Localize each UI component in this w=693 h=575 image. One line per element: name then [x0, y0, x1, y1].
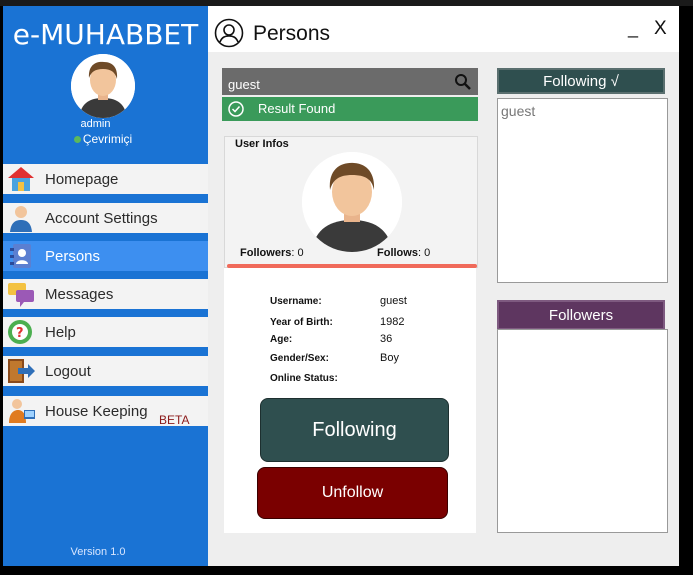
- house-keeping-icon: [6, 397, 36, 425]
- result-text: Result Found: [258, 101, 336, 116]
- followers-panel-header: Followers: [497, 300, 665, 330]
- gender-value: Boy: [380, 352, 399, 364]
- messages-icon: [6, 280, 36, 308]
- sidebar-username: admin: [80, 118, 111, 130]
- follows-label: Follows: [377, 247, 418, 259]
- app-title: e-MUHABBET: [12, 18, 199, 51]
- logout-icon: [6, 357, 36, 385]
- year-of-birth-label: Year of Birth:: [270, 317, 333, 328]
- username-label: Username:: [270, 296, 322, 307]
- user-avatar-icon: [71, 54, 135, 118]
- search-bar: [222, 68, 478, 95]
- follows-count: : 0: [417, 247, 431, 259]
- sidebar-item-label: Messages: [45, 285, 114, 303]
- followers-label: Followers: [240, 247, 292, 259]
- sidebar-item-label: Account Settings: [45, 209, 158, 227]
- age-value: 36: [380, 333, 393, 345]
- sidebar-item-label: Logout: [45, 362, 91, 380]
- home-icon: [6, 165, 36, 193]
- unfollow-button[interactable]: Unfollow: [257, 467, 448, 519]
- search-input[interactable]: [226, 74, 450, 94]
- app-window: e-MUHABBET admin Çevrimiçi Homepage Acco…: [3, 6, 679, 566]
- beta-badge: BETA: [159, 413, 190, 427]
- sidebar-item-label: Help: [45, 323, 76, 341]
- search-icon[interactable]: [454, 73, 472, 91]
- sidebar-item-messages[interactable]: Messages: [3, 279, 208, 309]
- online-status: Çevrimiçi: [3, 132, 203, 146]
- user-infos-panel: User Infos Followers: 0 Follows: 0: [224, 136, 478, 268]
- followers-stat: Followers: 0: [240, 247, 304, 259]
- online-status-label: Online Status:: [270, 373, 338, 384]
- user-infos-title: User Infos: [235, 138, 289, 150]
- avatar: [71, 54, 135, 118]
- sidebar-item-homepage[interactable]: Homepage: [3, 164, 208, 194]
- minimize-button[interactable]: _: [628, 18, 638, 39]
- sidebar-item-label: Persons: [45, 247, 101, 265]
- avatar: [302, 152, 402, 252]
- sidebar-item-label: House Keeping: [45, 402, 148, 420]
- following-panel-header: Following √: [497, 68, 665, 94]
- check-circle-icon: [228, 101, 244, 117]
- online-dot-icon: [73, 136, 81, 144]
- user-circle-icon: [214, 18, 244, 48]
- sidebar-item-logout[interactable]: Logout: [3, 356, 208, 386]
- followers-list[interactable]: [497, 329, 668, 533]
- help-icon: ?: [6, 318, 36, 346]
- persons-icon: [6, 242, 36, 270]
- following-button[interactable]: Following: [260, 398, 449, 462]
- list-item[interactable]: guest: [501, 103, 535, 119]
- gender-label: Gender/Sex:: [270, 353, 329, 364]
- page-title: Persons: [253, 22, 331, 45]
- follows-stat: Follows: 0: [377, 247, 430, 259]
- account-settings-icon: [6, 204, 36, 232]
- sidebar-item-persons[interactable]: Persons: [3, 241, 208, 271]
- user-avatar-icon: [302, 152, 402, 252]
- followers-count: : 0: [291, 247, 304, 259]
- following-list[interactable]: guest: [497, 98, 668, 283]
- year-of-birth-value: 1982: [380, 316, 405, 328]
- header-bar: Persons _ X: [208, 6, 679, 52]
- sidebar-item-label: Homepage: [45, 170, 119, 188]
- sidebar-item-account-settings[interactable]: Account Settings: [3, 203, 208, 233]
- sidebar: e-MUHABBET admin Çevrimiçi Homepage Acco…: [3, 6, 208, 566]
- result-status-bar: Result Found: [222, 97, 478, 121]
- svg-text:?: ?: [16, 326, 24, 341]
- sidebar-item-help[interactable]: ? Help: [3, 317, 208, 347]
- username-value: guest: [380, 295, 407, 307]
- age-label: Age:: [270, 334, 293, 345]
- version-label: Version 1.0: [70, 546, 126, 558]
- close-button[interactable]: X: [654, 18, 667, 40]
- online-status-text: Çevrimiçi: [82, 132, 133, 146]
